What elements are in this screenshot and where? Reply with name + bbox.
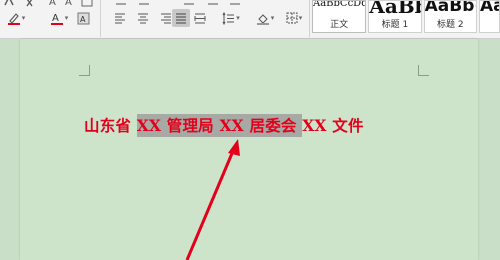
borders-button[interactable]: ▾ (282, 10, 306, 26)
style-preview: AaBbCcDd (313, 0, 367, 9)
distribute-icon[interactable] (193, 10, 207, 26)
style-preview: AaBb (369, 0, 420, 18)
divider (100, 0, 101, 37)
highlight-pen-button[interactable]: ▾ (2, 10, 30, 26)
heading-part: 山东省 (84, 116, 137, 135)
svg-text:A: A (65, 0, 72, 7)
svg-text:A: A (52, 13, 59, 24)
chevron-down-icon: ▾ (21, 14, 26, 22)
heading-part: XX 文件 (302, 116, 364, 135)
style-label: 标题 2 (437, 20, 464, 30)
line-spacing-icon (222, 11, 235, 25)
font-case-icon[interactable]: A (47, 0, 61, 9)
svg-text:A: A (49, 0, 56, 7)
numbered-list-icon[interactable] (137, 0, 151, 9)
chevron-down-icon: ▾ (236, 14, 240, 22)
document-area (10, 39, 490, 260)
line-spacing-button[interactable]: ▾ (218, 10, 244, 26)
style-normal[interactable]: AaBbCcDd 正文 (312, 0, 367, 33)
char-shading-icon[interactable]: A (76, 10, 90, 26)
chevron-down-icon: ▾ (298, 14, 303, 22)
style-heading-3[interactable]: AaB (478, 0, 500, 33)
chevron-down-icon: ▾ (270, 14, 275, 22)
page[interactable] (20, 39, 478, 260)
justify-icon[interactable] (172, 9, 190, 27)
document-heading[interactable]: 山东省 XX 管理局 XX 居委会 XX 文件 (84, 114, 364, 140)
margin-corner-top-right (418, 65, 429, 76)
superscript-icon[interactable] (24, 0, 38, 9)
align-center-icon[interactable] (136, 10, 150, 26)
highlight-pen-icon (7, 13, 20, 25)
align-right-icon[interactable] (159, 10, 173, 26)
paint-bucket-icon (256, 13, 269, 25)
font-color-icon: A (50, 13, 63, 25)
style-label: 标题 1 (381, 20, 409, 30)
sort-icon[interactable] (206, 0, 220, 9)
text-effect-icon[interactable] (2, 0, 16, 9)
style-label: 正文 (330, 20, 349, 30)
align-left-icon[interactable] (113, 10, 127, 26)
shading-button[interactable]: ▾ (252, 10, 278, 26)
svg-text:A: A (80, 15, 86, 24)
style-heading-1[interactable]: AaBb 标题 1 (368, 0, 422, 33)
heading-part-selected: XX 居委会 (219, 114, 303, 137)
indent-icon[interactable] (182, 0, 196, 9)
borders-icon (286, 12, 298, 24)
divider (309, 0, 310, 37)
style-preview: AaBb( (424, 0, 477, 16)
ribbon: A A ▾ A ▾ A ▾ ▾ ▾ AaBbCcDd 正文 AaB 标题 1 A… (0, 0, 500, 39)
style-gallery: AaBbCcDd 正文 AaBb 标题 1 AaBb( 标题 2 AaB (312, 0, 500, 33)
font-color-button[interactable]: A ▾ (46, 10, 72, 26)
clear-format-icon[interactable]: A (63, 0, 77, 9)
heading-part-selected: XX 管理局 (136, 114, 220, 137)
style-preview: AaB (479, 0, 499, 16)
margin-corner-top-left (79, 65, 90, 76)
char-border-icon[interactable] (80, 0, 94, 9)
show-marks-icon[interactable] (228, 0, 242, 9)
style-heading-2[interactable]: AaBb( 标题 2 (423, 0, 477, 33)
unordered-list-icon[interactable] (114, 0, 128, 9)
chevron-down-icon: ▾ (64, 14, 69, 22)
